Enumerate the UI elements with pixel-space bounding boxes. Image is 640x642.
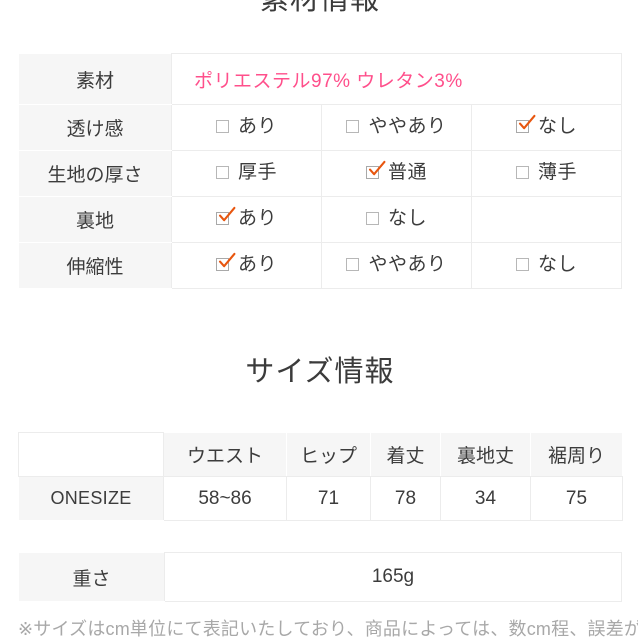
checkbox-unchecked-icon[interactable] bbox=[515, 165, 529, 179]
table-header-row: ウエスト ヒップ 着丈 裏地丈 裾周り bbox=[18, 432, 623, 477]
row-label: 透け感 bbox=[18, 104, 172, 151]
empty-option-cell bbox=[471, 196, 622, 243]
checkbox-option[interactable]: なし bbox=[365, 207, 427, 229]
checkbox-option[interactable]: なし bbox=[515, 114, 577, 137]
table-row: 裏地 あり なし bbox=[18, 196, 622, 243]
checkbox-unchecked-icon[interactable] bbox=[215, 165, 229, 179]
option-cell[interactable]: あり bbox=[171, 242, 322, 289]
option-label: 普通 bbox=[387, 161, 427, 183]
size-value-cell: 78 bbox=[370, 476, 441, 521]
checkbox-option[interactable]: なし bbox=[515, 253, 577, 275]
weight-value: 165g bbox=[164, 552, 622, 602]
option-cell[interactable]: あり bbox=[171, 104, 322, 151]
option-cell[interactable]: あり bbox=[171, 196, 322, 243]
table-row: 素材 ポリエステル97% ウレタン3% bbox=[18, 53, 622, 105]
size-row-label: ONESIZE bbox=[18, 476, 164, 521]
size-value-cell: 71 bbox=[286, 476, 371, 521]
size-value-cell: 58~86 bbox=[163, 476, 287, 521]
checkbox-option[interactable]: 普通 bbox=[365, 160, 427, 183]
checkbox-option[interactable]: ややあり bbox=[346, 117, 446, 136]
table-row: 伸縮性 あり ややあり なし bbox=[18, 242, 622, 289]
column-header: 裏地丈 bbox=[440, 432, 531, 477]
column-header: ヒップ bbox=[286, 432, 371, 477]
material-section-title: 素材情報 bbox=[259, 0, 380, 16]
row-label: 裏地 bbox=[18, 196, 172, 243]
option-cell[interactable]: 厚手 bbox=[171, 150, 322, 197]
size-value-cell: 75 bbox=[530, 476, 623, 521]
checkbox-unchecked-icon[interactable] bbox=[346, 119, 360, 133]
checkbox-checked-icon[interactable] bbox=[215, 206, 236, 225]
material-composition-value: ポリエステル97% ウレタン3% bbox=[171, 53, 622, 105]
weight-label: 重さ bbox=[18, 552, 165, 602]
option-label: なし bbox=[387, 207, 427, 229]
size-section-title: サイズ情報 bbox=[245, 356, 395, 388]
checkbox-checked-icon[interactable] bbox=[215, 252, 236, 271]
option-cell[interactable]: ややあり bbox=[321, 242, 472, 289]
checkbox-option[interactable]: あり bbox=[215, 115, 277, 137]
checkbox-option[interactable]: 厚手 bbox=[215, 161, 277, 183]
checkbox-unchecked-icon[interactable] bbox=[515, 257, 529, 271]
column-header: 裾周り bbox=[530, 432, 623, 477]
checkbox-option[interactable]: ややあり bbox=[346, 255, 446, 274]
row-label: 生地の厚さ bbox=[18, 150, 172, 197]
option-label: ややあり bbox=[368, 253, 447, 275]
size-value-cell: 34 bbox=[440, 476, 531, 521]
checkbox-checked-icon[interactable] bbox=[365, 160, 386, 179]
column-header: 着丈 bbox=[370, 432, 441, 477]
material-information-table: 素材 ポリエステル97% ウレタン3% 透け感 あり ややあり なし 生地の厚さ… bbox=[18, 53, 622, 289]
option-label: あり bbox=[237, 115, 277, 137]
size-table-corner bbox=[18, 432, 164, 477]
option-cell[interactable]: ややあり bbox=[321, 104, 472, 151]
table-row: 透け感 あり ややあり なし bbox=[18, 104, 622, 151]
checkbox-unchecked-icon[interactable] bbox=[346, 257, 360, 271]
option-label: なし bbox=[537, 115, 577, 137]
table-row: 重さ 165g bbox=[18, 552, 622, 602]
column-header: ウエスト bbox=[163, 432, 287, 477]
option-cell[interactable]: 薄手 bbox=[471, 150, 622, 197]
product-spec-page: 素材情報 素材 ポリエステル97% ウレタン3% 透け感 あり ややあり なし … bbox=[0, 0, 640, 640]
weight-table: 重さ 165g bbox=[18, 552, 622, 602]
option-label: あり bbox=[237, 253, 277, 275]
option-cell[interactable]: なし bbox=[321, 196, 472, 243]
checkbox-option[interactable]: あり bbox=[215, 206, 277, 229]
checkbox-checked-icon[interactable] bbox=[515, 114, 536, 133]
checkbox-unchecked-icon[interactable] bbox=[215, 119, 229, 133]
row-label: 伸縮性 bbox=[18, 242, 172, 289]
checkbox-unchecked-icon[interactable] bbox=[365, 211, 379, 225]
option-label: 厚手 bbox=[237, 161, 277, 183]
option-cell[interactable]: なし bbox=[471, 242, 622, 289]
size-information-table: ウエスト ヒップ 着丈 裏地丈 裾周り ONESIZE 58~86 71 78 … bbox=[18, 432, 623, 521]
checkbox-option[interactable]: あり bbox=[215, 252, 277, 275]
option-cell[interactable]: 普通 bbox=[321, 150, 472, 197]
table-row: 生地の厚さ 厚手 普通 薄手 bbox=[18, 150, 622, 197]
row-label: 素材 bbox=[18, 53, 172, 105]
table-row: ONESIZE 58~86 71 78 34 75 bbox=[18, 476, 623, 521]
option-label: あり bbox=[237, 207, 277, 229]
checkbox-option[interactable]: 薄手 bbox=[515, 161, 577, 183]
option-label: ややあり bbox=[368, 115, 447, 137]
size-disclaimer-note: ※サイズはcm単位にて表記いたしており、商品によっては、数cm程、誤差が bbox=[18, 619, 638, 639]
option-label: 薄手 bbox=[537, 161, 577, 183]
option-label: なし bbox=[537, 253, 577, 275]
option-cell[interactable]: なし bbox=[471, 104, 622, 151]
